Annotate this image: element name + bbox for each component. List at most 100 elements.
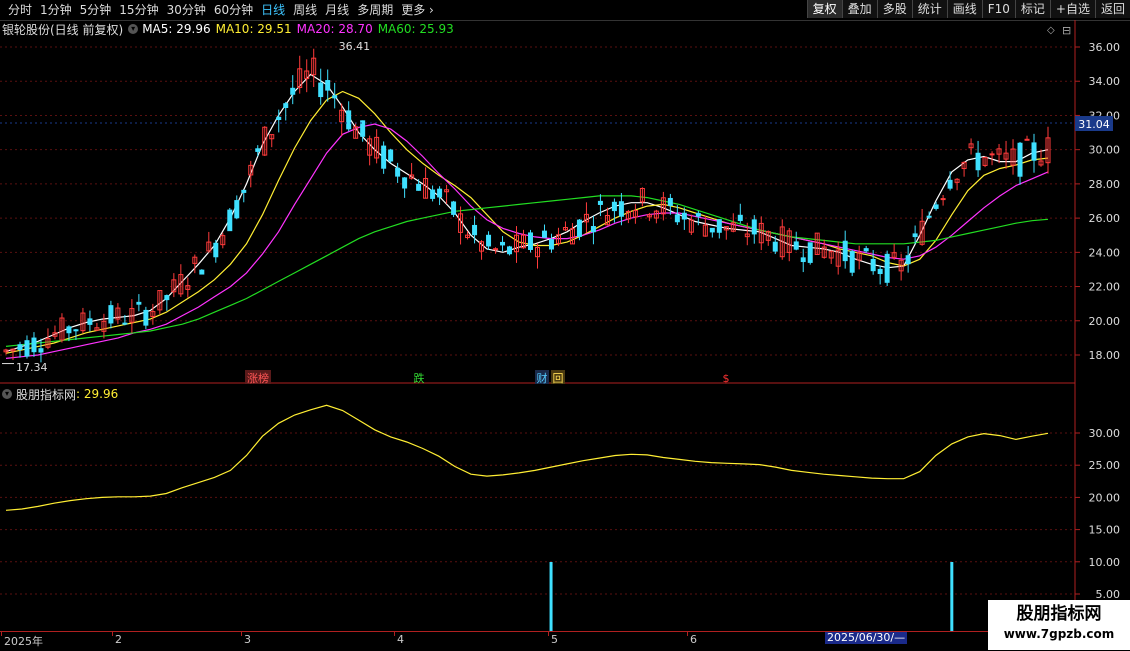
candle-body [730,222,736,232]
candle-body [597,200,603,205]
candle-body [758,222,764,244]
x-tick [394,632,395,636]
price-chart[interactable]: 36.00 34.00 32.00 30.00 28.00 26.00 24.00 22.00… [0,0,1130,650]
candle-body [688,219,694,233]
candle-body [933,204,939,209]
watermark-url: www.7gpzb.com [1003,627,1115,641]
indicator-bar [950,562,954,631]
candle-body [583,213,589,223]
candle-body [828,250,834,259]
indicator-legend: ▾ 股朋指标网 : 29.96 [2,386,119,403]
candle-body [52,332,58,337]
event-marker: $ [723,372,730,385]
candle-body [262,126,268,156]
candle-body [814,232,820,255]
indicator-name[interactable]: 股朋指标网 [16,386,76,403]
candle-body [31,337,37,353]
candle-body [1003,152,1009,160]
candle-body [996,148,1002,155]
dropdown-icon[interactable]: ▾ [128,24,139,34]
candle-body [653,210,659,219]
action-button[interactable]: 统计 [911,0,947,18]
candle-body [765,231,771,241]
y-tick-label: 28.00 [1089,178,1121,191]
candle-body [318,82,324,98]
candle-body [1017,142,1023,177]
action-button[interactable]: 返回 [1094,0,1130,18]
y-tick-label: 24.00 [1089,246,1121,259]
candle-body [905,255,911,265]
candle-body [444,189,450,193]
period-tab[interactable]: 5分钟 [76,2,116,18]
candle-body [381,145,387,169]
period-tab[interactable]: 月线 [321,2,353,18]
candle-body [3,349,9,353]
x-tick [687,632,688,636]
action-button[interactable]: 画线 [946,0,982,18]
period-tab[interactable]: 30分钟 [163,2,210,18]
period-tab[interactable]: 日线 [257,2,289,18]
action-button[interactable]: F10 [981,0,1015,18]
candle-body [304,70,310,80]
candle-body [786,230,792,253]
candle-body [59,317,65,341]
candle-body [423,177,429,199]
candle-body [409,174,415,179]
candle-body [968,143,974,149]
period-tab[interactable]: 1分钟 [36,2,76,18]
action-button[interactable]: 叠加 [841,0,877,18]
candle-body [486,234,492,247]
y-tick-label: 32.00 [1089,109,1121,122]
candle-body [912,233,918,238]
candle-body [884,253,890,283]
period-tab[interactable]: 更多 › [397,2,438,18]
period-tab[interactable]: 多周期 [353,2,397,18]
candle-body [178,274,184,295]
y-tick-label: 20.00 [1089,491,1121,504]
candle-body [122,322,128,325]
candle-body [800,257,806,263]
period-tab[interactable]: 分时 [4,2,36,18]
candle-body [842,240,848,262]
candle-body [213,242,219,258]
candle-body [136,301,142,305]
period-tab[interactable]: 15分钟 [115,2,162,18]
x-tick [548,632,549,636]
ma-line-ma5 [5,73,1049,353]
period-tab[interactable]: 60分钟 [210,2,257,18]
x-tick-label: 2 [115,633,122,646]
candle-body [80,312,86,332]
x-tick [241,632,242,636]
x-tick-label: 5 [551,633,558,646]
indicator-value: : 29.96 [76,387,119,401]
candle-body [143,309,149,326]
candle-body [10,348,16,352]
ma60-value: MA60: 25.93 [377,22,454,36]
action-button[interactable]: +自选 [1049,0,1095,18]
indicator-line [5,404,1049,511]
candle-body [576,219,582,237]
candle-body [527,232,533,250]
x-tick-label: 3 [244,633,251,646]
period-tab[interactable]: 周线 [289,2,321,18]
candle-body [437,188,443,198]
dropdown-icon[interactable]: ▾ [2,389,12,399]
candle-body [751,219,757,235]
action-button[interactable]: 复权 [806,0,842,18]
main-legend: 银轮股份(日线 前复权) ▾ MA5: 29.96 MA10: 29.51 MA… [2,21,459,37]
candle-body [402,177,408,189]
candle-body [611,201,617,212]
action-button[interactable]: 标记 [1014,0,1050,18]
candle-body [639,187,645,203]
stock-name[interactable]: 银轮股份(日线 前复权) [2,21,123,38]
candle-body [38,348,44,353]
candle-body [416,183,422,191]
candle-body [632,210,638,218]
candle-body [807,242,813,263]
candle-body [206,241,212,252]
candle-body [716,219,722,233]
y-tick-label: 30.00 [1089,427,1121,440]
candle-body [17,344,23,350]
candle-body [821,246,827,258]
action-button[interactable]: 多股 [876,0,912,18]
